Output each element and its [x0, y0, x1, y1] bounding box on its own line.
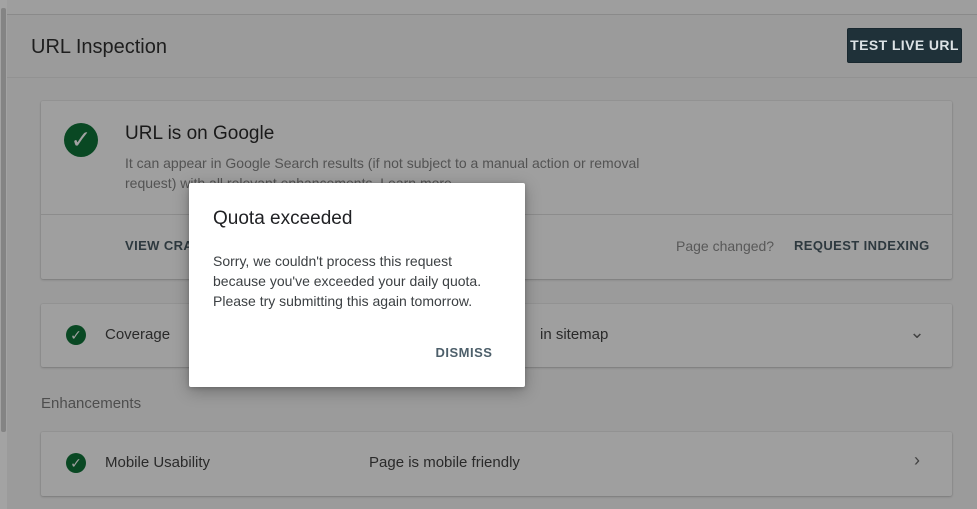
- dismiss-button[interactable]: DISMISS: [429, 343, 499, 363]
- url-inspection-page: URL Inspection TEST LIVE URL ✓ URL is on…: [0, 0, 977, 509]
- dialog-title: Quota exceeded: [213, 208, 353, 229]
- dialog-message: Sorry, we couldn't process this request …: [213, 253, 482, 309]
- quota-exceeded-dialog: Quota exceeded Sorry, we couldn't proces…: [189, 183, 525, 387]
